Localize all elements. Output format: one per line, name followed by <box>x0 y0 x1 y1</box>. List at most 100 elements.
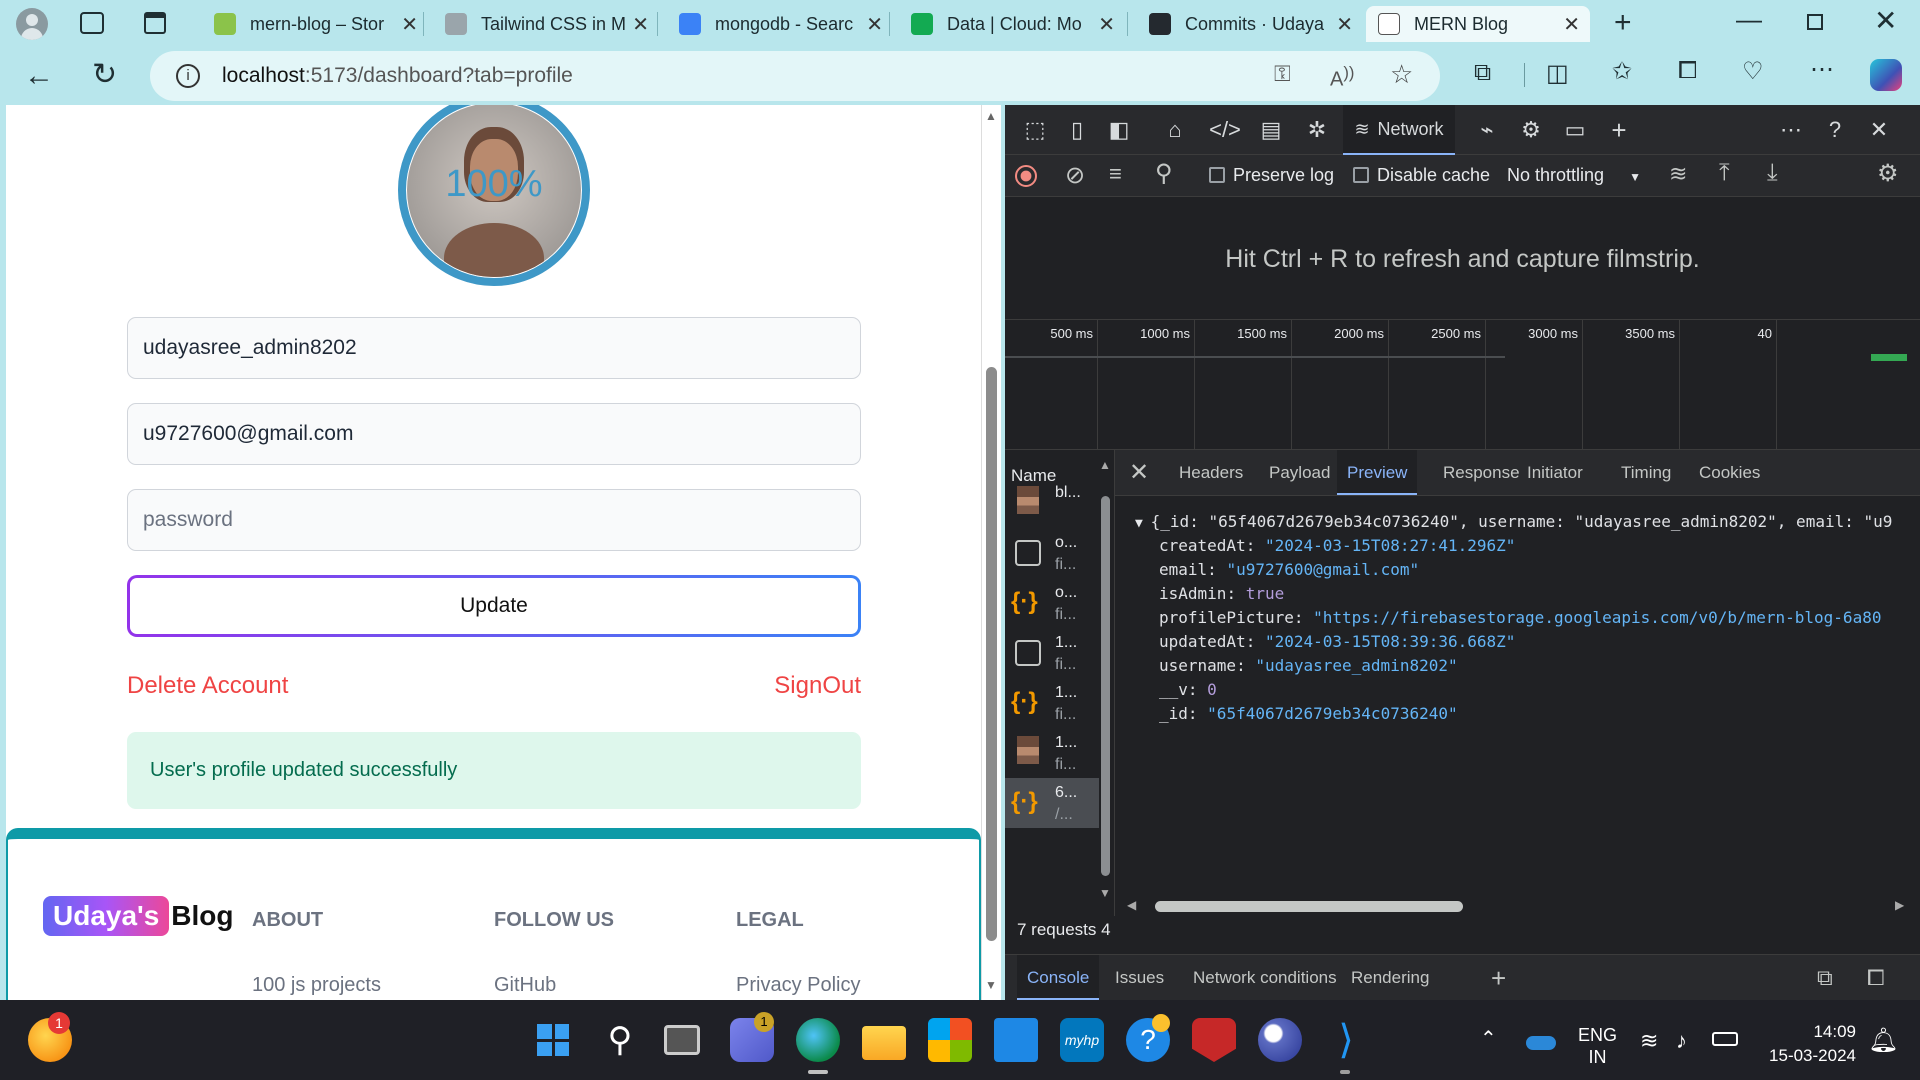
back-button[interactable]: ← <box>24 59 54 93</box>
detail-tab-preview[interactable]: Preview <box>1337 450 1418 495</box>
email-input[interactable]: u9727600@gmail.com <box>127 403 861 465</box>
username-input[interactable]: udayasree_admin8202 <box>127 317 861 379</box>
page-scroll-thumb[interactable] <box>986 367 997 941</box>
footer-logo[interactable]: Udaya's Blog <box>43 896 234 936</box>
dock-drawer-icon[interactable]: ⧉ <box>1817 965 1833 991</box>
vertical-tabs-icon[interactable] <box>144 12 166 34</box>
welcome-home-icon[interactable]: ⌂ <box>1155 105 1195 155</box>
add-drawer-tab-icon[interactable]: + <box>1491 963 1506 994</box>
battery-icon[interactable] <box>1712 1032 1738 1046</box>
footer-link-github[interactable]: GitHub <box>494 974 556 997</box>
browser-tab[interactable]: Tailwind CSS in M ✕ <box>433 6 659 42</box>
tab-close-icon[interactable]: ✕ <box>1098 12 1115 37</box>
file-explorer-icon[interactable] <box>862 1026 906 1060</box>
volume-icon[interactable]: ♪ <box>1676 1028 1687 1054</box>
h-scroll-thumb[interactable] <box>1155 901 1463 912</box>
browser-tab[interactable]: mongodb - Searc ✕ <box>667 6 893 42</box>
network-tool-tab[interactable]: ≋ Network <box>1343 105 1455 155</box>
notes-app-icon[interactable] <box>994 1018 1038 1062</box>
detail-tab-payload[interactable]: Payload <box>1259 450 1340 495</box>
devtools-menu-icon[interactable]: ⋯ <box>1771 105 1811 155</box>
tab-close-icon[interactable]: ✕ <box>1336 12 1353 37</box>
detail-tab-cookies[interactable]: Cookies <box>1689 450 1770 495</box>
tab-close-icon[interactable]: ✕ <box>1563 12 1580 37</box>
scroll-left-icon[interactable]: ◀ <box>1127 898 1136 912</box>
import-har-icon[interactable]: ⤒ <box>1719 159 1730 187</box>
preview-property-row[interactable]: email: "u9727600@gmail.com" <box>1159 560 1419 579</box>
filter-icon[interactable]: ≡ <box>1109 161 1122 187</box>
request-row[interactable]: o... fi... <box>1005 528 1099 578</box>
close-devtools-icon[interactable]: ✕ <box>1859 105 1899 155</box>
detail-tab-initiator[interactable]: Initiator <box>1517 450 1593 495</box>
site-info-icon[interactable]: i <box>176 64 200 88</box>
language-indicator[interactable]: ENG IN <box>1578 1024 1617 1068</box>
profile-avatar-icon[interactable] <box>16 8 48 40</box>
detail-tab-headers[interactable]: Headers <box>1169 450 1253 495</box>
url-text[interactable]: localhost:5173/dashboard?tab=profile <box>222 64 573 88</box>
request-row[interactable]: {·} 6... /... <box>1005 778 1099 828</box>
inspect-element-icon[interactable]: ⬚ <box>1015 105 1055 155</box>
update-button[interactable]: Update <box>127 575 861 637</box>
workspaces-icon[interactable] <box>80 12 104 34</box>
drawer-tab-network-conditions[interactable]: Network conditions <box>1183 955 1347 1000</box>
onedrive-cloud-icon[interactable] <box>1526 1036 1556 1050</box>
sources-bug-icon[interactable]: ✲ <box>1297 105 1337 155</box>
task-view-icon[interactable] <box>664 1025 700 1055</box>
scroll-down-arrow-icon[interactable]: ▼ <box>985 978 997 992</box>
browser-tab[interactable]: MERN Blog ✕ <box>1366 6 1590 42</box>
disable-cache-checkbox[interactable] <box>1353 167 1369 183</box>
collections-icon[interactable]: ⧠ <box>1678 57 1697 85</box>
tab-close-icon[interactable]: ✕ <box>632 12 649 37</box>
preserve-log-checkbox[interactable] <box>1209 167 1225 183</box>
myhp-icon[interactable]: myhp <box>1060 1018 1104 1062</box>
signout-link[interactable]: SignOut <box>774 672 861 700</box>
network-conditions-icon[interactable]: ≋ <box>1669 161 1687 187</box>
extensions-icon[interactable]: ⧉ <box>1474 59 1491 87</box>
preview-property-row[interactable]: username: "udayasree_admin8202" <box>1159 656 1458 675</box>
tab-close-icon[interactable]: ✕ <box>401 12 418 37</box>
requests-scroll-thumb[interactable] <box>1101 496 1110 876</box>
requests-scroll-up-icon[interactable]: ▲ <box>1099 458 1111 472</box>
show-hidden-icons-chevron[interactable]: ⌃ <box>1480 1026 1497 1051</box>
delete-account-link[interactable]: Delete Account <box>127 672 288 700</box>
close-window-button[interactable]: ✕ <box>1874 4 1897 37</box>
read-aloud-icon[interactable]: A)) <box>1330 63 1354 92</box>
microsoft-store-icon[interactable] <box>928 1018 972 1062</box>
eclipse-app-icon[interactable] <box>1258 1018 1302 1062</box>
drawer-tab-rendering[interactable]: Rendering <box>1341 955 1439 1000</box>
preview-property-row[interactable]: _id: "65f4067d2679eb34c0736240" <box>1159 704 1458 723</box>
close-drawer-icon[interactable]: ⧠ <box>1867 965 1885 991</box>
preview-property-row[interactable]: isAdmin: true <box>1159 584 1284 603</box>
password-key-icon[interactable]: ⚿ <box>1274 61 1291 87</box>
drawer-tab-console[interactable]: Console <box>1017 955 1100 1000</box>
profile-picture-container[interactable]: 100% <box>397 105 591 287</box>
favorite-star-icon[interactable]: ☆ <box>1390 59 1413 90</box>
requests-scroll-down-icon[interactable]: ▼ <box>1099 886 1111 900</box>
memory-tool-icon[interactable]: ⚙ <box>1511 105 1551 155</box>
footer-link-100-js-projects[interactable]: 100 js projects <box>252 974 381 997</box>
vscode-icon[interactable]: ⟩ <box>1324 1018 1368 1062</box>
minimize-button[interactable]: — <box>1736 4 1762 35</box>
application-tool-icon[interactable]: ▭ <box>1555 105 1595 155</box>
restore-button[interactable] <box>1807 14 1823 30</box>
browser-tab[interactable]: Data | Cloud: Mo ✕ <box>899 6 1125 42</box>
copilot-icon[interactable] <box>1870 59 1902 91</box>
detail-tab-response[interactable]: Response <box>1433 450 1530 495</box>
drawer-tab-issues[interactable]: Issues <box>1105 955 1174 1000</box>
close-detail-icon[interactable]: ✕ <box>1129 458 1149 487</box>
mcafee-icon[interactable] <box>1192 1018 1236 1062</box>
request-row[interactable]: 1... fi... <box>1005 728 1099 778</box>
preview-property-row[interactable]: __v: 0 <box>1159 680 1217 699</box>
console-tool-icon[interactable]: ▤ <box>1251 105 1291 155</box>
network-settings-icon[interactable]: ⚙ <box>1877 159 1899 188</box>
scroll-right-icon[interactable]: ▶ <box>1895 898 1904 912</box>
edge-browser-icon[interactable] <box>796 1018 840 1062</box>
throttling-select[interactable]: No throttling ▼ <box>1507 165 1641 186</box>
help-icon[interactable]: ? <box>1815 105 1855 155</box>
new-tab-button[interactable]: + <box>1614 6 1632 40</box>
export-har-icon[interactable]: ⤓ <box>1767 159 1778 187</box>
detail-tab-timing[interactable]: Timing <box>1611 450 1681 495</box>
request-row[interactable]: {·} 1... fi... <box>1005 678 1099 728</box>
start-windows-icon[interactable] <box>531 1018 575 1062</box>
record-stop-icon[interactable] <box>1015 165 1037 187</box>
